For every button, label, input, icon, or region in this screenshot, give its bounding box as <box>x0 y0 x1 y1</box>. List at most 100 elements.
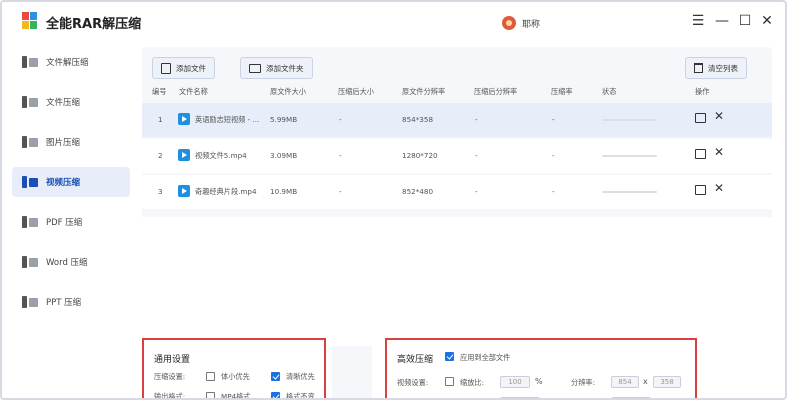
app-logo-icon <box>22 12 38 30</box>
scale-checkbox[interactable] <box>445 377 454 386</box>
empty-list-area <box>142 217 772 337</box>
compressed-resolution: - <box>475 115 478 124</box>
table-row[interactable]: 1 英语励志短视频 - ... 5.99MB - 854*358 - - ✕ <box>142 103 772 137</box>
minimize-button[interactable]: — <box>714 13 730 29</box>
file-list-panel: 添加文件 添加文件夹 清空列表 编号 文件名称 原文件大小 压缩后大小 原文件分… <box>142 47 772 337</box>
pdf-icon <box>22 215 38 229</box>
file-size: 10.9MB <box>270 187 298 196</box>
row-index: 1 <box>158 115 163 124</box>
sidebar-item-file-unzip[interactable]: 文件解压缩 <box>12 47 130 77</box>
image-icon <box>22 135 38 149</box>
video-icon <box>22 175 38 189</box>
maximize-button[interactable]: ☐ <box>737 13 753 29</box>
scale-label: 缩放比: <box>460 378 484 387</box>
video-file-icon <box>178 185 190 197</box>
open-folder-icon[interactable] <box>695 113 706 123</box>
file-size: 3.09MB <box>270 151 298 160</box>
divider-area <box>332 346 372 398</box>
remove-icon[interactable]: ✕ <box>714 181 724 195</box>
sidebar: 文件解压缩 文件压缩 图片压缩 视频压缩 PDF 压缩 Word 压缩 PPT … <box>2 42 137 398</box>
file-zip-icon <box>22 95 38 109</box>
sidebar-item-ppt[interactable]: PPT 压缩 <box>12 287 130 317</box>
close-button[interactable]: ✕ <box>759 13 775 29</box>
compress-setting-label: 压缩设置: <box>154 372 186 381</box>
apply-all-label: 应用到全部文件 <box>460 353 511 362</box>
sidebar-item-image[interactable]: 图片压缩 <box>12 127 130 157</box>
compressed-size: - <box>339 187 342 196</box>
resolution-height-input[interactable]: 358 <box>653 376 681 388</box>
clarity-priority-label: 清晰优先 <box>286 372 315 381</box>
resolution: 852*480 <box>402 187 434 196</box>
resolution-label: 分辨率: <box>571 378 595 387</box>
size-priority-checkbox[interactable] <box>206 372 215 381</box>
row-index: 3 <box>158 187 163 196</box>
open-folder-icon[interactable] <box>695 185 706 195</box>
column-header-compressed-resolution: 压缩后分辨率 <box>474 87 518 96</box>
output-format-label: 输出格式: <box>154 392 186 400</box>
remove-icon[interactable]: ✕ <box>714 145 724 159</box>
column-header-actions: 操作 <box>695 87 710 96</box>
video-setting-label: 视频设置: <box>397 378 429 387</box>
word-icon <box>22 255 38 269</box>
app-title: 全能RAR解压缩 <box>46 17 142 32</box>
resolution: 854*358 <box>402 115 434 124</box>
add-folder-button[interactable]: 添加文件夹 <box>240 57 313 79</box>
mp4-format-label: MP4格式 <box>221 392 251 400</box>
app-window: 全能RAR解压缩 耶称 ☰ — ☐ ✕ 文件解压缩 文件压缩 图片压缩 视频压缩 <box>0 0 787 400</box>
file-name: 英语励志短视频 - ... <box>195 115 260 124</box>
column-header-size: 原文件大小 <box>270 87 306 96</box>
clear-list-button[interactable]: 清空列表 <box>685 57 747 79</box>
resolution: 1280*720 <box>402 151 438 160</box>
column-header-name: 文件名称 <box>179 87 208 96</box>
menu-icon[interactable]: ☰ <box>690 13 706 29</box>
user-account[interactable]: 耶称 <box>502 16 540 30</box>
sidebar-item-pdf[interactable]: PDF 压缩 <box>12 207 130 237</box>
column-header-ratio: 压缩率 <box>551 87 573 96</box>
file-size: 5.99MB <box>270 115 298 124</box>
video-file-icon <box>178 149 190 161</box>
progress-bar <box>602 155 657 157</box>
compression-ratio: - <box>552 187 555 196</box>
remove-icon[interactable]: ✕ <box>714 109 724 123</box>
add-file-icon <box>161 62 171 74</box>
sidebar-item-file-zip[interactable]: 文件压缩 <box>12 87 130 117</box>
add-file-button[interactable]: 添加文件 <box>152 57 215 79</box>
general-settings-title: 通用设置 <box>154 355 191 365</box>
avatar[interactable] <box>502 16 516 30</box>
progress-bar <box>602 119 657 121</box>
general-settings-panel: 通用设置 压缩设置: 体小优先 清晰优先 输出格式: MP4格式 格式不变 <box>142 338 326 400</box>
resolution-separator: x <box>643 377 648 386</box>
keep-format-label: 格式不变 <box>286 392 315 400</box>
size-priority-label: 体小优先 <box>221 372 250 381</box>
keep-format-checkbox[interactable] <box>271 392 280 398</box>
video-file-icon <box>178 113 190 125</box>
open-folder-icon[interactable] <box>695 149 706 159</box>
column-header-status: 状态 <box>602 87 617 96</box>
folder-icon <box>249 63 261 73</box>
row-index: 2 <box>158 151 163 160</box>
ppt-icon <box>22 295 38 309</box>
apply-all-checkbox[interactable] <box>445 352 454 361</box>
sidebar-item-word[interactable]: Word 压缩 <box>12 247 130 277</box>
column-header-index: 编号 <box>152 87 167 96</box>
column-header-resolution: 原文件分辨率 <box>402 87 446 96</box>
column-header-compressed-size: 压缩后大小 <box>338 87 374 96</box>
scale-unit: % <box>535 377 543 386</box>
file-name: 奇趣经典片段.mp4 <box>195 187 257 196</box>
compressed-resolution: - <box>475 187 478 196</box>
table-row[interactable]: 3 奇趣经典片段.mp4 10.9MB - 852*480 - - ✕ <box>142 175 772 209</box>
efficient-compression-panel: 高效压缩 应用到全部文件 视频设置: 缩放比: 100 % 分辨率: 854 x… <box>385 338 697 398</box>
title-bar: 全能RAR解压缩 耶称 ☰ — ☐ ✕ <box>2 2 785 42</box>
clarity-priority-checkbox[interactable] <box>271 372 280 381</box>
table-row[interactable]: 2 视频文件5.mp4 3.09MB - 1280*720 - - ✕ <box>142 139 772 173</box>
resolution-width-input[interactable]: 854 <box>611 376 639 388</box>
file-unzip-icon <box>22 55 38 69</box>
compressed-size: - <box>339 151 342 160</box>
efficient-compression-title: 高效压缩 <box>397 355 434 365</box>
user-name[interactable]: 耶称 <box>522 17 540 30</box>
compressed-resolution: - <box>475 151 478 160</box>
scale-input[interactable]: 100 <box>500 376 530 388</box>
compression-ratio: - <box>552 151 555 160</box>
mp4-format-checkbox[interactable] <box>206 392 215 398</box>
sidebar-item-video[interactable]: 视频压缩 <box>12 167 130 197</box>
